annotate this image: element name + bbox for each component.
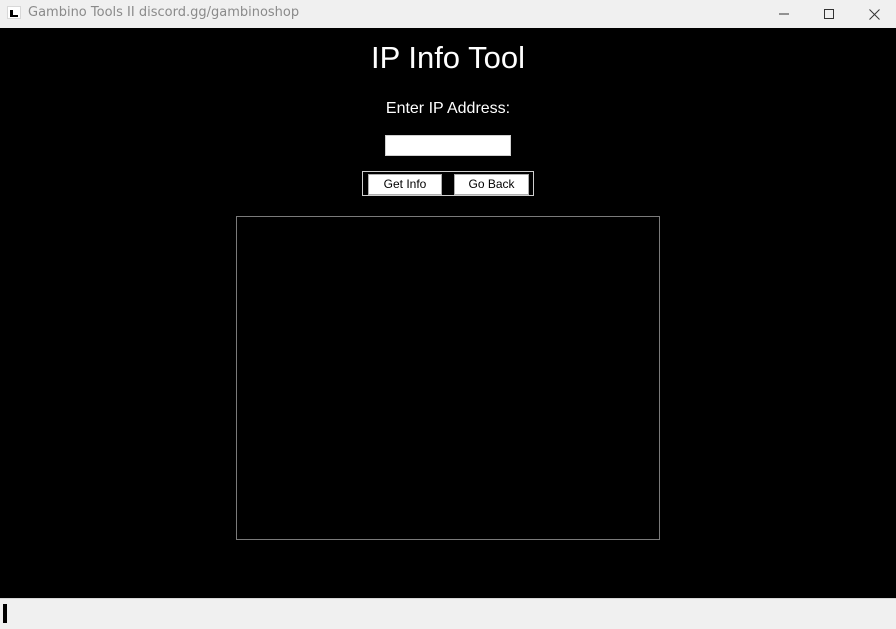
close-icon	[868, 8, 880, 20]
get-info-button[interactable]: Get Info	[368, 174, 442, 195]
page-title: IP Info Tool	[371, 40, 525, 75]
minimize-icon	[779, 13, 789, 15]
app-icon	[7, 6, 21, 19]
close-button[interactable]	[851, 0, 896, 28]
go-back-button[interactable]: Go Back	[454, 174, 529, 195]
ip-address-input[interactable]	[385, 135, 511, 156]
ip-address-label: Enter IP Address:	[385, 100, 511, 117]
text-cursor	[3, 604, 7, 623]
bottom-input-bar[interactable]	[0, 598, 896, 629]
maximize-icon	[824, 9, 834, 19]
minimize-button[interactable]	[761, 0, 807, 28]
title-bar[interactable]: Gambino Tools II discord.gg/gambinoshop	[0, 0, 896, 28]
maximize-button[interactable]	[806, 0, 852, 28]
output-text-area[interactable]	[236, 216, 660, 540]
button-frame: Get Info Go Back	[362, 171, 534, 196]
window-title: Gambino Tools II discord.gg/gambinoshop	[28, 5, 300, 20]
app-window: Gambino Tools II discord.gg/gambinoshop …	[0, 0, 896, 629]
